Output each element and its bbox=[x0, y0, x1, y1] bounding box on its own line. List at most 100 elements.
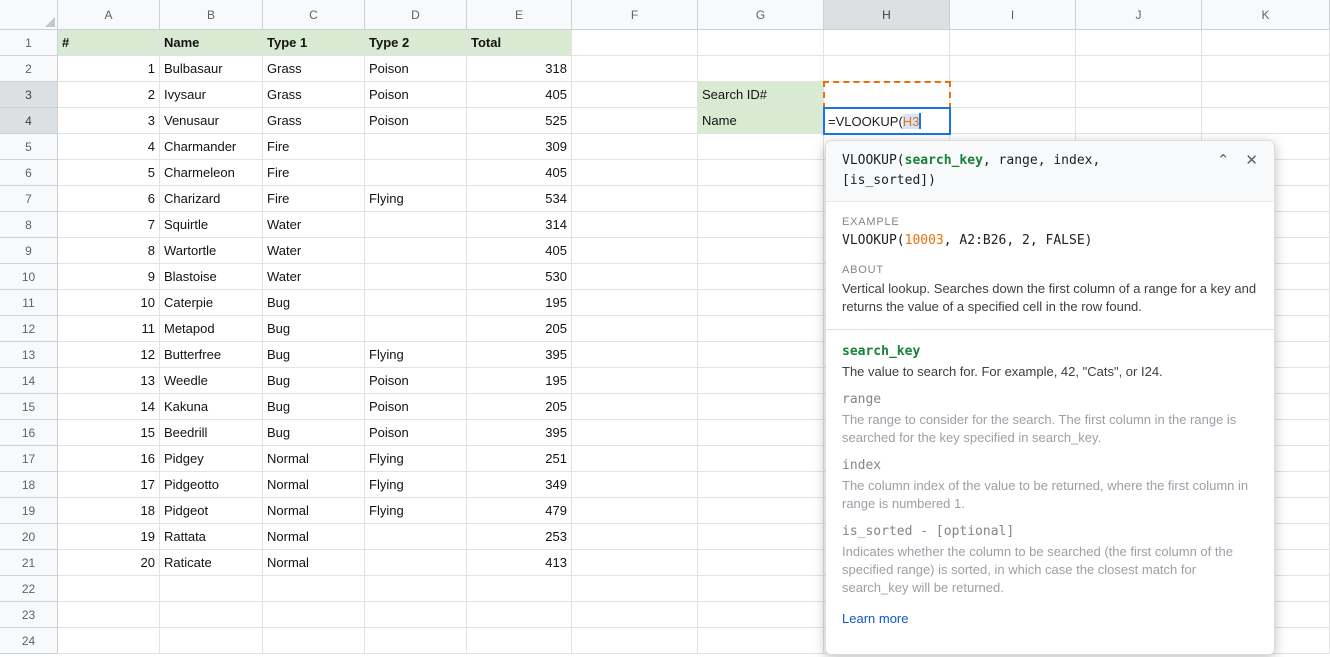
cell-A23[interactable] bbox=[58, 602, 160, 628]
cell-B15[interactable]: Kakuna bbox=[160, 394, 263, 420]
cell-C22[interactable] bbox=[263, 576, 365, 602]
cell-F12[interactable] bbox=[572, 316, 698, 342]
cell-A11[interactable]: 10 bbox=[58, 290, 160, 316]
cell-B10[interactable]: Blastoise bbox=[160, 264, 263, 290]
cell-G6[interactable] bbox=[698, 160, 824, 186]
cell-C17[interactable]: Normal bbox=[263, 446, 365, 472]
row-header-16[interactable]: 16 bbox=[0, 420, 58, 446]
cell-E16[interactable]: 395 bbox=[467, 420, 572, 446]
cell-F15[interactable] bbox=[572, 394, 698, 420]
cell-C9[interactable]: Water bbox=[263, 238, 365, 264]
cell-A24[interactable] bbox=[58, 628, 160, 654]
cell-A6[interactable]: 5 bbox=[58, 160, 160, 186]
cell-C14[interactable]: Bug bbox=[263, 368, 365, 394]
cell-B24[interactable] bbox=[160, 628, 263, 654]
cell-F13[interactable] bbox=[572, 342, 698, 368]
cell-G21[interactable] bbox=[698, 550, 824, 576]
cell-G22[interactable] bbox=[698, 576, 824, 602]
cell-E11[interactable]: 195 bbox=[467, 290, 572, 316]
cell-E20[interactable]: 253 bbox=[467, 524, 572, 550]
cell-G16[interactable] bbox=[698, 420, 824, 446]
cell-B12[interactable]: Metapod bbox=[160, 316, 263, 342]
cell-D10[interactable] bbox=[365, 264, 467, 290]
collapse-icon[interactable]: ⌃ bbox=[1217, 153, 1230, 169]
row-header-21[interactable]: 21 bbox=[0, 550, 58, 576]
column-header-C[interactable]: C bbox=[263, 0, 365, 30]
cell-A2[interactable]: 1 bbox=[58, 56, 160, 82]
cell-B4[interactable]: Venusaur bbox=[160, 108, 263, 134]
cell-C12[interactable]: Bug bbox=[263, 316, 365, 342]
cell-G18[interactable] bbox=[698, 472, 824, 498]
cell-A19[interactable]: 18 bbox=[58, 498, 160, 524]
row-header-11[interactable]: 11 bbox=[0, 290, 58, 316]
cell-B9[interactable]: Wartortle bbox=[160, 238, 263, 264]
cell-D3[interactable]: Poison bbox=[365, 82, 467, 108]
cell-A7[interactable]: 6 bbox=[58, 186, 160, 212]
cell-A10[interactable]: 9 bbox=[58, 264, 160, 290]
cell-F16[interactable] bbox=[572, 420, 698, 446]
cell-C19[interactable]: Normal bbox=[263, 498, 365, 524]
cell-G9[interactable] bbox=[698, 238, 824, 264]
cell-E4[interactable]: 525 bbox=[467, 108, 572, 134]
cell-F24[interactable] bbox=[572, 628, 698, 654]
cell-F19[interactable] bbox=[572, 498, 698, 524]
cell-J4[interactable] bbox=[1076, 108, 1202, 134]
row-header-4[interactable]: 4 bbox=[0, 108, 58, 134]
column-header-E[interactable]: E bbox=[467, 0, 572, 30]
cell-B7[interactable]: Charizard bbox=[160, 186, 263, 212]
cell-G2[interactable] bbox=[698, 56, 824, 82]
cell-G20[interactable] bbox=[698, 524, 824, 550]
cell-D22[interactable] bbox=[365, 576, 467, 602]
cell-A14[interactable]: 13 bbox=[58, 368, 160, 394]
cell-F18[interactable] bbox=[572, 472, 698, 498]
cell-F3[interactable] bbox=[572, 82, 698, 108]
cell-A16[interactable]: 15 bbox=[58, 420, 160, 446]
column-header-G[interactable]: G bbox=[698, 0, 824, 30]
cell-C23[interactable] bbox=[263, 602, 365, 628]
cell-G11[interactable] bbox=[698, 290, 824, 316]
cell-G12[interactable] bbox=[698, 316, 824, 342]
cell-B23[interactable] bbox=[160, 602, 263, 628]
row-header-13[interactable]: 13 bbox=[0, 342, 58, 368]
cell-C6[interactable]: Fire bbox=[263, 160, 365, 186]
cell-C10[interactable]: Water bbox=[263, 264, 365, 290]
cell-F1[interactable] bbox=[572, 30, 698, 56]
cell-K2[interactable] bbox=[1202, 56, 1330, 82]
cell-B21[interactable]: Raticate bbox=[160, 550, 263, 576]
close-icon[interactable]: ✕ bbox=[1245, 153, 1258, 169]
cell-C24[interactable] bbox=[263, 628, 365, 654]
cell-F7[interactable] bbox=[572, 186, 698, 212]
cell-A5[interactable]: 4 bbox=[58, 134, 160, 160]
cell-D24[interactable] bbox=[365, 628, 467, 654]
cell-D17[interactable]: Flying bbox=[365, 446, 467, 472]
cell-A12[interactable]: 11 bbox=[58, 316, 160, 342]
cell-B2[interactable]: Bulbasaur bbox=[160, 56, 263, 82]
cell-E14[interactable]: 195 bbox=[467, 368, 572, 394]
row-header-12[interactable]: 12 bbox=[0, 316, 58, 342]
cell-A1[interactable]: # bbox=[58, 30, 160, 56]
cell-B16[interactable]: Beedrill bbox=[160, 420, 263, 446]
cell-C11[interactable]: Bug bbox=[263, 290, 365, 316]
row-header-2[interactable]: 2 bbox=[0, 56, 58, 82]
cell-B6[interactable]: Charmeleon bbox=[160, 160, 263, 186]
cell-F6[interactable] bbox=[572, 160, 698, 186]
cell-G13[interactable] bbox=[698, 342, 824, 368]
cell-B5[interactable]: Charmander bbox=[160, 134, 263, 160]
cell-F9[interactable] bbox=[572, 238, 698, 264]
cell-D1[interactable]: Type 2 bbox=[365, 30, 467, 56]
cell-E23[interactable] bbox=[467, 602, 572, 628]
cell-G15[interactable] bbox=[698, 394, 824, 420]
cell-B8[interactable]: Squirtle bbox=[160, 212, 263, 238]
cell-C13[interactable]: Bug bbox=[263, 342, 365, 368]
cell-E3[interactable]: 405 bbox=[467, 82, 572, 108]
cell-B17[interactable]: Pidgey bbox=[160, 446, 263, 472]
cell-G23[interactable] bbox=[698, 602, 824, 628]
cell-F14[interactable] bbox=[572, 368, 698, 394]
cell-J2[interactable] bbox=[1076, 56, 1202, 82]
cell-A20[interactable]: 19 bbox=[58, 524, 160, 550]
cell-C16[interactable]: Bug bbox=[263, 420, 365, 446]
cell-H3[interactable] bbox=[824, 82, 950, 108]
cell-C5[interactable]: Fire bbox=[263, 134, 365, 160]
cell-D8[interactable] bbox=[365, 212, 467, 238]
row-header-15[interactable]: 15 bbox=[0, 394, 58, 420]
